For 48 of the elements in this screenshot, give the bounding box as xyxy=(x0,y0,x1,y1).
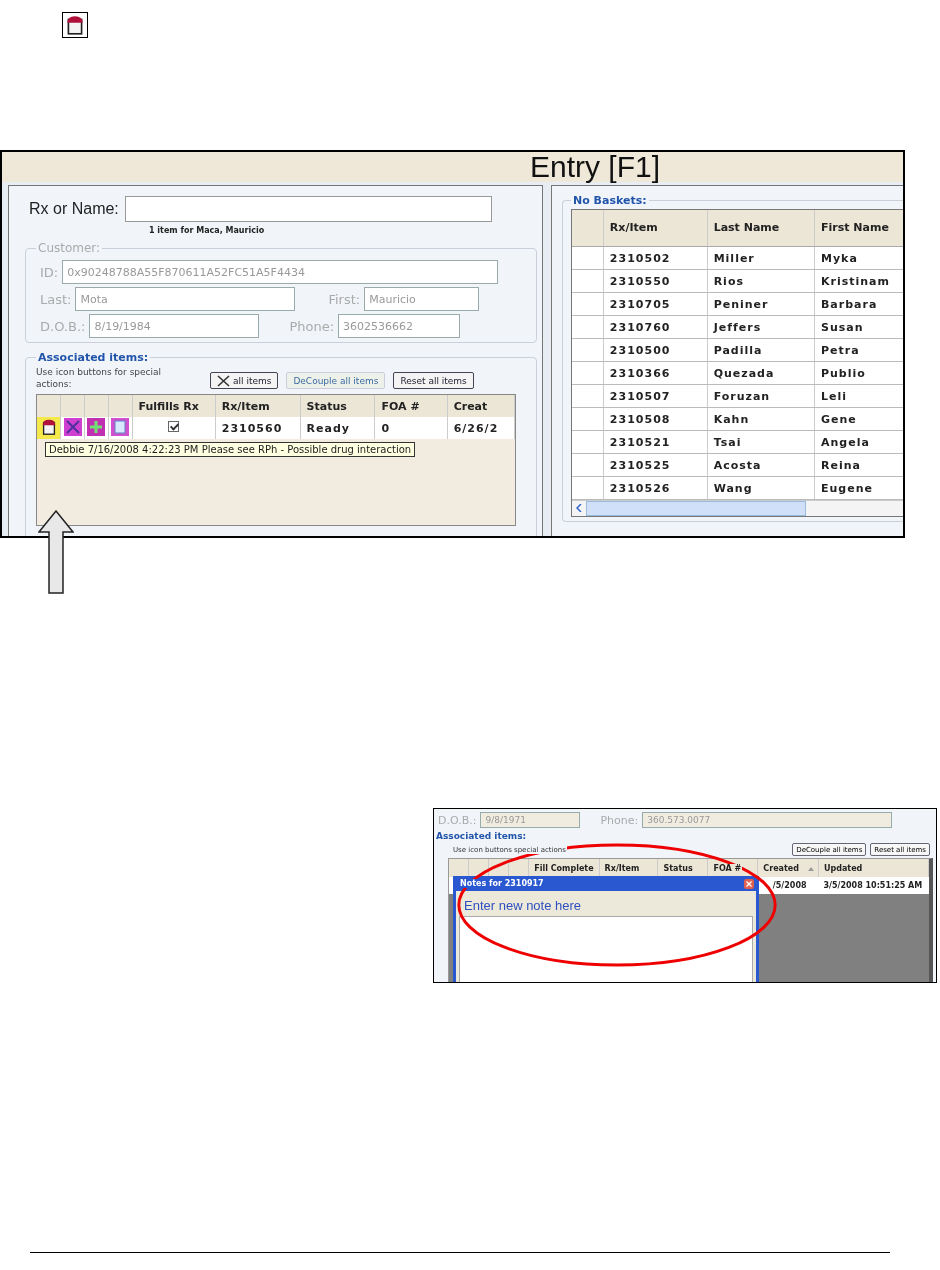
column-header[interactable]: Creat xyxy=(447,395,515,417)
column-header[interactable]: First Name xyxy=(814,210,903,247)
field-label: ID: xyxy=(40,264,59,280)
column-header[interactable]: Rx/Item xyxy=(215,395,301,417)
group-label: Customer: xyxy=(37,241,102,255)
column-header[interactable]: Updated xyxy=(818,859,929,877)
table-cell: 6/26/2 xyxy=(447,417,515,439)
clear-all-button[interactable]: all items xyxy=(210,372,279,389)
table-cell: Ready xyxy=(300,417,375,439)
field-label: Phone: xyxy=(600,813,639,827)
table-cell: 2310560 xyxy=(215,417,301,439)
group-label: Associated items: xyxy=(436,831,528,841)
column-header[interactable]: Fulfills Rx xyxy=(132,395,216,417)
column-header[interactable]: Last Name xyxy=(707,210,815,247)
field-label: Enter new note here xyxy=(464,898,583,913)
table-cell: 3/5/2008 10:51:25 AM xyxy=(822,881,924,890)
match-info: 1 item for Maca, Mauricio xyxy=(149,226,266,235)
table-cell: 0 xyxy=(374,417,448,439)
column-header[interactable]: FOA # xyxy=(374,395,448,417)
column-header[interactable]: Created xyxy=(757,859,819,877)
tooltip: Debbie 7/16/2008 4:22:23 PM Please see RPh - Possible drug interaction xyxy=(45,442,416,457)
table-cell: /5/2008 xyxy=(771,881,808,890)
column-header[interactable]: Rx/Item xyxy=(603,210,708,247)
field-label: Last: xyxy=(40,291,72,307)
field-label: D.O.B.: xyxy=(438,813,477,827)
horizontal-scrollbar[interactable] xyxy=(572,500,903,516)
dialog-title: Notes for 2310917 xyxy=(459,879,545,888)
plus-icon[interactable] xyxy=(87,417,106,436)
x-icon xyxy=(217,374,230,387)
group-label: Associated items: xyxy=(37,351,150,364)
group-label: No Baskets: xyxy=(572,194,648,207)
column-header[interactable]: Status xyxy=(300,395,375,417)
field-label: Phone: xyxy=(289,318,335,334)
document-icon[interactable] xyxy=(111,417,130,436)
close-icon[interactable] xyxy=(744,878,754,889)
search-field[interactable] xyxy=(124,196,492,222)
field-label: First: xyxy=(328,291,361,307)
action-button[interactable]: Reset all items xyxy=(393,372,474,389)
column-header[interactable]: Status xyxy=(658,859,708,877)
hint-text: Use icon buttons for special actions: xyxy=(36,366,163,390)
note-text-area[interactable] xyxy=(459,916,753,982)
column-header[interactable]: Fill Complete xyxy=(528,859,600,877)
field-label: Rx or Name: xyxy=(29,200,119,218)
note-icon[interactable] xyxy=(64,14,86,36)
field-label: D.O.B.: xyxy=(40,318,86,334)
column-header[interactable]: Rx/Item xyxy=(599,859,658,877)
window-title: Entry [F1] xyxy=(530,152,661,182)
checkbox[interactable] xyxy=(168,421,180,432)
